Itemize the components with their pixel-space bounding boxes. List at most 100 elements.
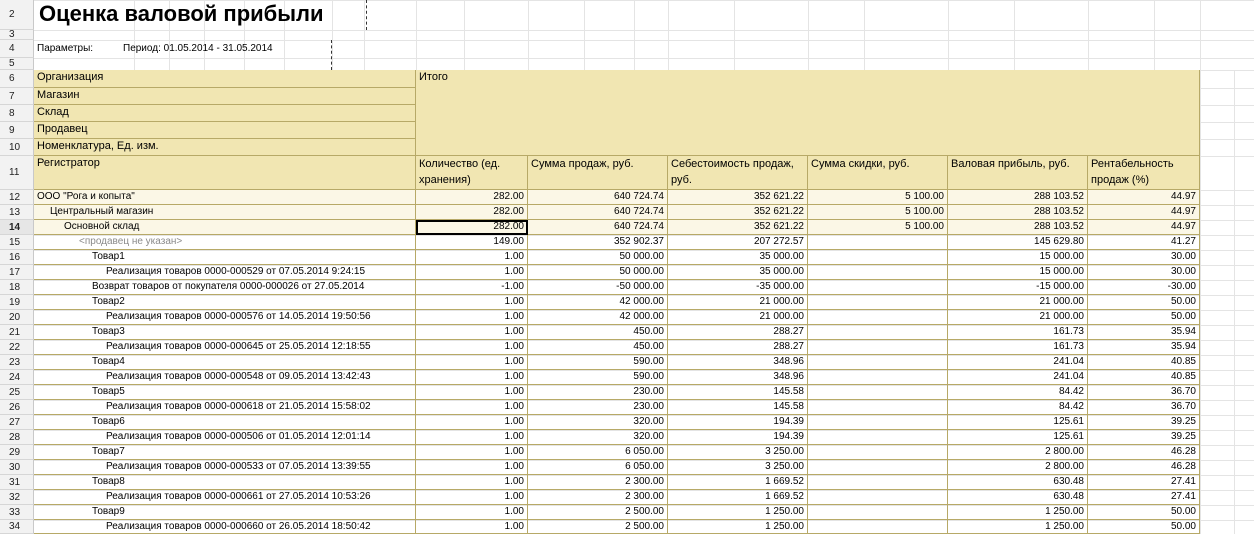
row-number[interactable]: 32 (0, 490, 34, 505)
value-cell[interactable]: 21 000.00 (948, 310, 1088, 325)
value-cell[interactable] (808, 445, 948, 460)
row-label[interactable]: Реализация товаров 0000-000533 от 07.05.… (34, 460, 416, 475)
value-cell[interactable]: 1 669.52 (668, 475, 808, 490)
row-number[interactable]: 14 (0, 220, 34, 235)
row-label[interactable]: Товар5 (34, 385, 416, 400)
value-cell[interactable]: 42 000.00 (528, 295, 668, 310)
row-number[interactable]: 18 (0, 280, 34, 295)
value-cell[interactable]: -1.00 (416, 280, 528, 295)
value-cell[interactable]: 320.00 (528, 430, 668, 445)
value-cell[interactable]: 1.00 (416, 430, 528, 445)
row-number[interactable]: 16 (0, 250, 34, 265)
value-cell[interactable]: 5 100.00 (808, 190, 948, 205)
value-cell[interactable]: 44.97 (1088, 205, 1200, 220)
value-cell[interactable]: 46.28 (1088, 445, 1200, 460)
value-cell[interactable]: 590.00 (528, 355, 668, 370)
value-cell[interactable] (808, 295, 948, 310)
value-cell[interactable]: 1.00 (416, 400, 528, 415)
value-cell[interactable] (808, 370, 948, 385)
value-cell[interactable]: 2 500.00 (528, 520, 668, 534)
value-cell[interactable]: 352 621.22 (668, 220, 808, 235)
row-number[interactable]: 26 (0, 400, 34, 415)
row-number[interactable]: 21 (0, 325, 34, 340)
value-cell[interactable]: 35 000.00 (668, 265, 808, 280)
value-cell[interactable] (808, 415, 948, 430)
value-cell[interactable]: 288 103.52 (948, 220, 1088, 235)
row-label[interactable]: Товар7 (34, 445, 416, 460)
row-number[interactable]: 30 (0, 460, 34, 475)
value-cell[interactable]: 5 100.00 (808, 205, 948, 220)
value-cell[interactable]: 50.00 (1088, 310, 1200, 325)
row-number[interactable]: 8 (0, 105, 34, 122)
row-number[interactable]: 7 (0, 88, 34, 105)
value-cell[interactable]: 50.00 (1088, 505, 1200, 520)
value-cell[interactable]: 125.61 (948, 415, 1088, 430)
value-cell[interactable]: 630.48 (948, 490, 1088, 505)
row-label[interactable]: Центральный магазин (34, 205, 416, 220)
value-cell[interactable]: 352 621.22 (668, 205, 808, 220)
row-number[interactable]: 15 (0, 235, 34, 250)
value-cell[interactable]: 145 629.80 (948, 235, 1088, 250)
row-number[interactable]: 22 (0, 340, 34, 355)
value-cell[interactable]: 288.27 (668, 325, 808, 340)
value-cell[interactable]: 288 103.52 (948, 205, 1088, 220)
value-cell[interactable]: -50 000.00 (528, 280, 668, 295)
row-number[interactable]: 2 (0, 0, 34, 30)
row-label[interactable]: Товар2 (34, 295, 416, 310)
row-label[interactable]: Товар4 (34, 355, 416, 370)
value-cell[interactable]: 30.00 (1088, 265, 1200, 280)
value-cell[interactable]: 241.04 (948, 355, 1088, 370)
value-cell[interactable] (808, 265, 948, 280)
value-cell[interactable]: 1.00 (416, 460, 528, 475)
value-cell[interactable] (808, 505, 948, 520)
row-label[interactable]: Реализация товаров 0000-000661 от 27.05.… (34, 490, 416, 505)
value-cell[interactable]: 15 000.00 (948, 250, 1088, 265)
value-cell[interactable]: 1.00 (416, 310, 528, 325)
row-number[interactable]: 17 (0, 265, 34, 280)
value-cell[interactable]: 450.00 (528, 340, 668, 355)
row-number[interactable]: 19 (0, 295, 34, 310)
value-cell[interactable]: 145.58 (668, 385, 808, 400)
value-cell[interactable] (808, 325, 948, 340)
value-cell[interactable]: 46.28 (1088, 460, 1200, 475)
row-number[interactable]: 11 (0, 156, 34, 190)
value-cell[interactable]: 39.25 (1088, 430, 1200, 445)
value-cell[interactable]: 2 800.00 (948, 445, 1088, 460)
value-cell[interactable]: 42 000.00 (528, 310, 668, 325)
value-cell[interactable] (808, 340, 948, 355)
row-label[interactable]: Реализация товаров 0000-000645 от 25.05.… (34, 340, 416, 355)
value-cell[interactable]: 35.94 (1088, 340, 1200, 355)
row-number[interactable]: 9 (0, 122, 34, 139)
value-cell[interactable]: 282.00 (416, 190, 528, 205)
value-cell[interactable]: 15 000.00 (948, 265, 1088, 280)
value-cell[interactable]: 2 300.00 (528, 490, 668, 505)
value-cell[interactable] (808, 385, 948, 400)
value-cell[interactable]: 320.00 (528, 415, 668, 430)
value-cell[interactable] (808, 235, 948, 250)
value-cell[interactable]: 35 000.00 (668, 250, 808, 265)
value-cell[interactable]: 84.42 (948, 400, 1088, 415)
value-cell[interactable]: 3 250.00 (668, 460, 808, 475)
value-cell[interactable]: 2 300.00 (528, 475, 668, 490)
value-cell[interactable]: 450.00 (528, 325, 668, 340)
row-label[interactable]: <продавец не указан> (34, 235, 416, 250)
value-cell[interactable]: -30.00 (1088, 280, 1200, 295)
row-label[interactable]: Товар6 (34, 415, 416, 430)
value-cell[interactable]: 39.25 (1088, 415, 1200, 430)
value-cell[interactable]: 44.97 (1088, 190, 1200, 205)
value-cell[interactable] (808, 250, 948, 265)
value-cell[interactable]: 194.39 (668, 430, 808, 445)
value-cell[interactable]: 1.00 (416, 520, 528, 534)
row-label[interactable]: Реализация товаров 0000-000529 от 07.05.… (34, 265, 416, 280)
value-cell[interactable]: 352 902.37 (528, 235, 668, 250)
value-cell[interactable] (808, 355, 948, 370)
value-cell[interactable]: 207 272.57 (668, 235, 808, 250)
value-cell[interactable]: 1.00 (416, 265, 528, 280)
value-cell[interactable]: 241.04 (948, 370, 1088, 385)
value-cell[interactable]: 348.96 (668, 370, 808, 385)
value-cell[interactable]: 50 000.00 (528, 265, 668, 280)
row-number[interactable]: 24 (0, 370, 34, 385)
row-number[interactable]: 3 (0, 30, 34, 40)
value-cell[interactable]: 161.73 (948, 325, 1088, 340)
value-cell[interactable]: 35.94 (1088, 325, 1200, 340)
